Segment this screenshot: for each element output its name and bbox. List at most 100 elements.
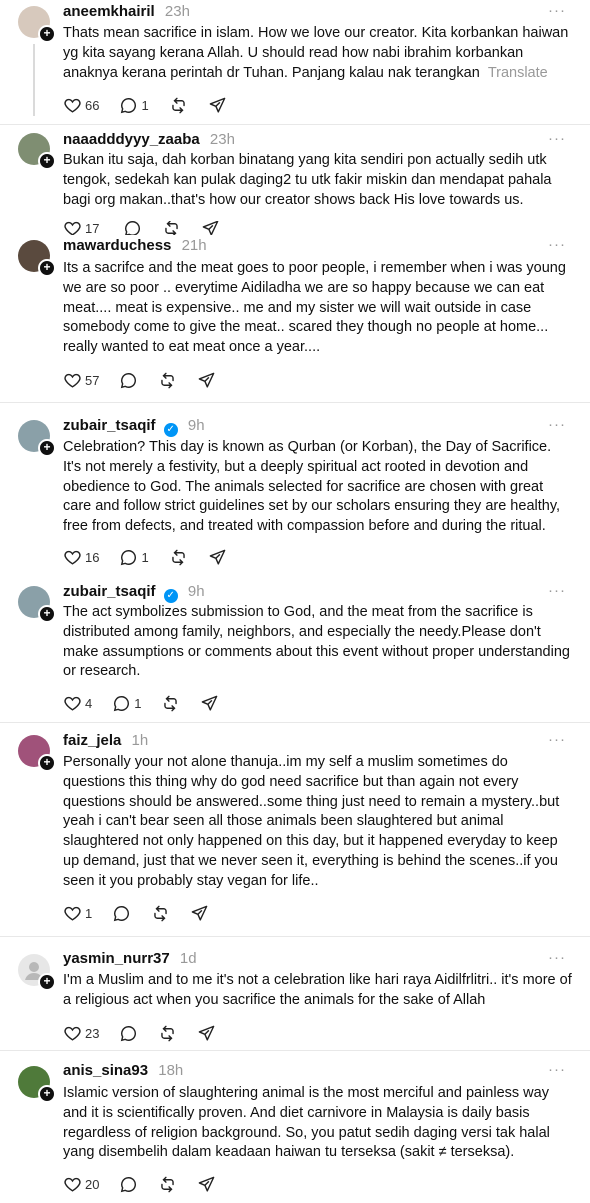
like-button[interactable]: 23 [63, 1024, 99, 1043]
reply-button[interactable] [119, 1024, 138, 1043]
reply-button[interactable]: 1 [119, 548, 149, 567]
send-icon [209, 97, 226, 113]
follow-plus-icon[interactable]: + [38, 259, 56, 277]
share-button[interactable] [190, 904, 209, 923]
reply-button[interactable] [123, 221, 142, 235]
comment-icon [114, 905, 130, 921]
like-count: 66 [85, 97, 100, 113]
repost-button[interactable] [161, 694, 180, 713]
verified-badge-icon: ✓ [163, 423, 178, 437]
repost-button[interactable] [151, 904, 170, 923]
like-button[interactable]: 4 [63, 694, 92, 713]
comment-icon [114, 695, 130, 711]
action-bar: 66 1 [63, 94, 247, 116]
like-button[interactable]: 17 [63, 221, 99, 235]
post-text: Its a sacrifce and the meat goes to poor… [63, 260, 566, 356]
like-count: 23 [85, 1025, 100, 1041]
send-icon [203, 221, 219, 235]
comment-icon [121, 372, 137, 388]
follow-plus-icon[interactable]: + [38, 605, 56, 623]
like-button[interactable]: 57 [63, 371, 99, 390]
action-bar: 17 [63, 221, 240, 235]
username[interactable]: mawarduchess [63, 237, 171, 254]
like-button[interactable]: 16 [63, 548, 99, 567]
reply-count: 1 [134, 695, 142, 711]
repost-button[interactable] [162, 221, 181, 235]
repost-button[interactable] [158, 1024, 177, 1043]
more-options-icon[interactable]: ··· [548, 582, 566, 599]
divider [0, 402, 590, 403]
reply-button[interactable] [119, 371, 138, 390]
reply-button[interactable] [112, 904, 131, 923]
post-text: Personally your not alone thanuja..im my… [63, 754, 560, 889]
username[interactable]: yasmin_nurr37 [63, 950, 170, 967]
username[interactable]: zubair_tsaqif [63, 417, 156, 434]
follow-plus-icon[interactable]: + [38, 754, 56, 772]
action-bar: 1 [63, 902, 229, 924]
more-options-icon[interactable]: ··· [548, 2, 566, 19]
share-button[interactable] [201, 221, 220, 235]
reply-button[interactable] [119, 1175, 138, 1194]
share-button[interactable] [208, 548, 227, 567]
thread-line [33, 44, 35, 116]
reply-button[interactable]: 1 [119, 96, 149, 115]
follow-plus-icon[interactable]: + [38, 152, 56, 170]
like-button[interactable]: 1 [63, 904, 92, 923]
repost-button[interactable] [158, 1175, 177, 1194]
share-button[interactable] [197, 371, 216, 390]
divider [0, 936, 590, 937]
send-icon [209, 549, 226, 565]
divider [0, 722, 590, 723]
more-options-icon[interactable]: ··· [548, 416, 566, 433]
repost-button[interactable] [158, 371, 177, 390]
more-options-icon[interactable]: ··· [548, 130, 566, 147]
post-body: Bukan itu saja, dah korban binatang yang… [63, 151, 573, 210]
more-options-icon[interactable]: ··· [548, 949, 566, 966]
post-text: The act symbolizes submission to God, an… [63, 604, 570, 680]
username[interactable]: naaadddyyy_zaaba [63, 131, 200, 148]
reply-button[interactable]: 1 [112, 694, 141, 713]
repost-button[interactable] [169, 548, 188, 567]
timestamp: 23h [164, 3, 190, 20]
repost-icon [165, 221, 179, 235]
post-text: Islamic version of slaughtering animal i… [63, 1085, 550, 1161]
more-options-icon[interactable]: ··· [548, 236, 566, 253]
send-icon [202, 695, 218, 711]
like-button[interactable]: 66 [63, 96, 99, 115]
repost-icon [161, 1025, 175, 1041]
post-body: The act symbolizes submission to God, an… [63, 603, 573, 682]
like-count: 4 [85, 695, 93, 711]
follow-plus-icon[interactable]: + [38, 439, 56, 457]
timestamp: 9h [187, 583, 205, 600]
follow-plus-icon[interactable]: + [38, 1085, 56, 1103]
translate-link[interactable]: Translate [488, 65, 548, 81]
share-button[interactable] [197, 1175, 216, 1194]
share-button[interactable] [200, 694, 219, 713]
repost-icon [164, 695, 178, 711]
like-button[interactable]: 20 [63, 1175, 99, 1194]
username[interactable]: faiz_jela [63, 732, 121, 749]
follow-plus-icon[interactable]: + [38, 25, 56, 43]
heart-icon [64, 1177, 81, 1192]
post-body: Thats mean sacrifice in islam. How we lo… [63, 24, 573, 83]
share-button[interactable] [208, 96, 227, 115]
username[interactable]: zubair_tsaqif [63, 583, 156, 600]
heart-icon [64, 98, 81, 113]
post-text: Celebration? This day is known as Qurban… [63, 439, 561, 535]
comment-icon [125, 221, 141, 235]
follow-plus-icon[interactable]: + [38, 973, 56, 991]
more-options-icon[interactable]: ··· [548, 1061, 566, 1078]
heart-icon [64, 1026, 81, 1041]
reply-count: 1 [141, 549, 149, 565]
username[interactable]: anis_sina93 [63, 1062, 148, 1079]
timestamp: 1d [179, 950, 197, 967]
timestamp: 18h [158, 1062, 184, 1079]
repost-icon [171, 97, 185, 113]
repost-icon [154, 905, 167, 921]
post-text: I'm a Muslim and to me it's not a celebr… [63, 972, 572, 1008]
more-options-icon[interactable]: ··· [548, 731, 566, 748]
divider [0, 124, 590, 125]
username[interactable]: aneemkhairil [63, 3, 155, 20]
share-button[interactable] [197, 1024, 216, 1043]
repost-button[interactable] [169, 96, 188, 115]
